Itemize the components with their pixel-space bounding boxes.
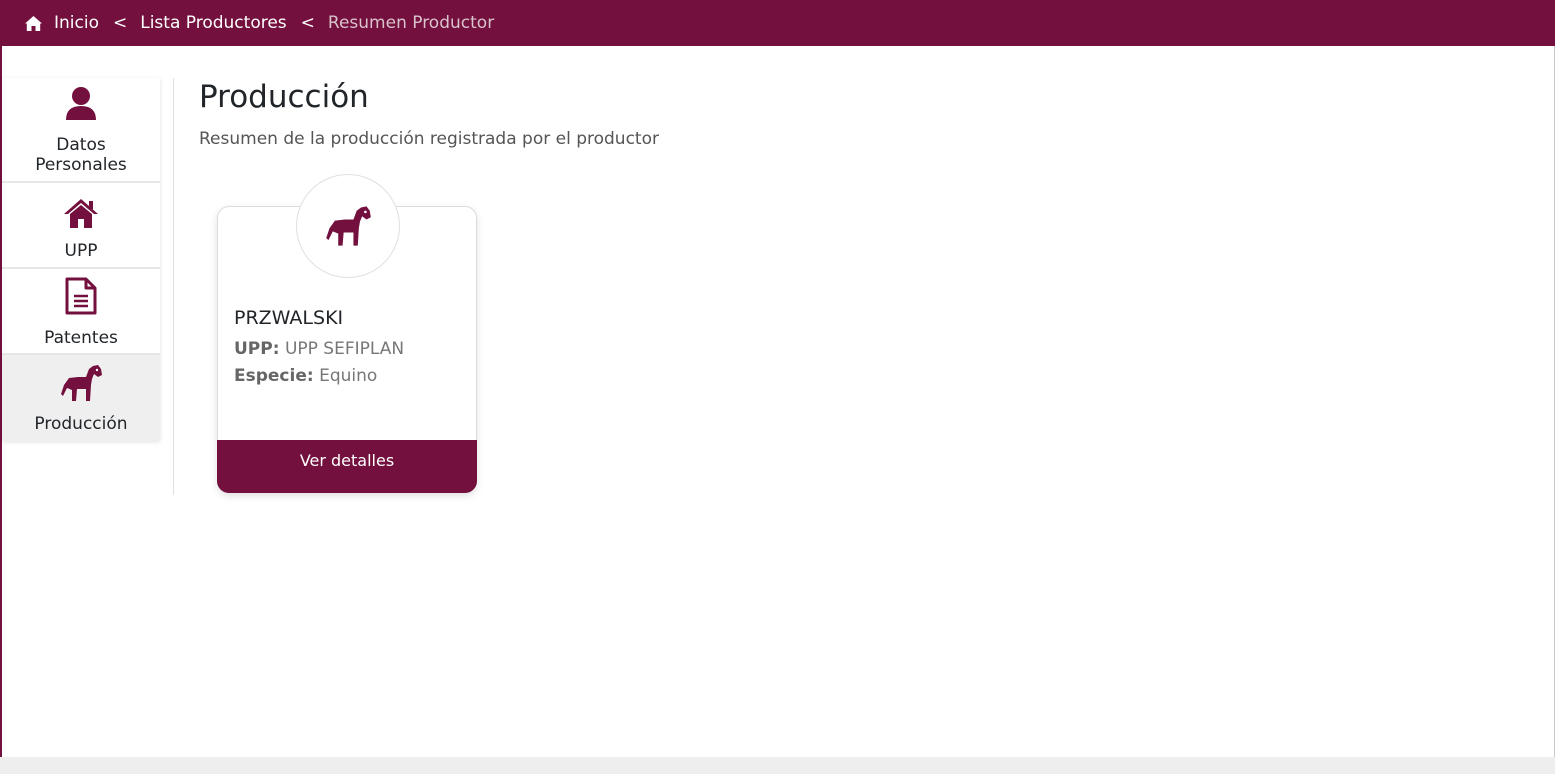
home-icon[interactable] xyxy=(25,15,42,31)
sidebar-item-label: Patentes xyxy=(44,328,118,348)
card-name: PRZWALSKI xyxy=(234,307,344,329)
card-especie-label: Especie: xyxy=(234,366,314,386)
document-icon xyxy=(65,277,97,315)
page-subtitle: Resumen de la producción registrada por … xyxy=(199,129,659,149)
card-especie-value: Equino xyxy=(319,366,378,386)
sidebar-item-label: Personales xyxy=(35,155,127,175)
breadcrumb-current: Resumen Productor xyxy=(327,13,495,33)
user-icon xyxy=(66,87,96,120)
card-avatar xyxy=(296,174,400,278)
sidebar-item-label: Producción xyxy=(34,414,128,434)
card-upp: UPP: UPP SEFIPLAN xyxy=(234,339,404,359)
sidebar-item-label: Datos xyxy=(56,135,106,155)
card-upp-value: UPP SEFIPLAN xyxy=(284,339,405,359)
footer xyxy=(0,757,1555,774)
sidebar-item-patentes[interactable]: Patentes xyxy=(2,269,160,355)
ver-detalles-button[interactable]: Ver detalles xyxy=(217,440,477,493)
production-card: PRZWALSKI UPP: UPP SEFIPLAN Especie: Equ… xyxy=(217,174,477,493)
sidebar-item-label: UPP xyxy=(64,241,98,261)
sidebar-item-upp[interactable]: UPP xyxy=(2,183,160,269)
breadcrumb-bar: Inicio < Lista Productores < Resumen Pro… xyxy=(0,0,1555,46)
breadcrumb-lista-productores[interactable]: Lista Productores xyxy=(140,13,286,33)
breadcrumb: Inicio < Lista Productores < Resumen Pro… xyxy=(25,13,494,33)
breadcrumb-separator: < xyxy=(300,13,315,33)
horse-icon xyxy=(61,365,102,401)
house-icon xyxy=(64,199,98,228)
page-title: Producción xyxy=(199,79,369,115)
card-especie: Especie: Equino xyxy=(234,366,377,386)
horse-icon xyxy=(326,206,371,246)
breadcrumb-separator: < xyxy=(112,13,128,33)
card-upp-label: UPP: xyxy=(234,339,280,359)
sidebar: Datos Personales UPP Patentes Producción xyxy=(2,78,160,441)
sidebar-item-datos-personales[interactable]: Datos Personales xyxy=(2,78,160,183)
breadcrumb-home[interactable]: Inicio xyxy=(54,13,99,33)
sidebar-item-produccion[interactable]: Producción xyxy=(2,355,160,441)
sidebar-divider xyxy=(173,78,174,495)
